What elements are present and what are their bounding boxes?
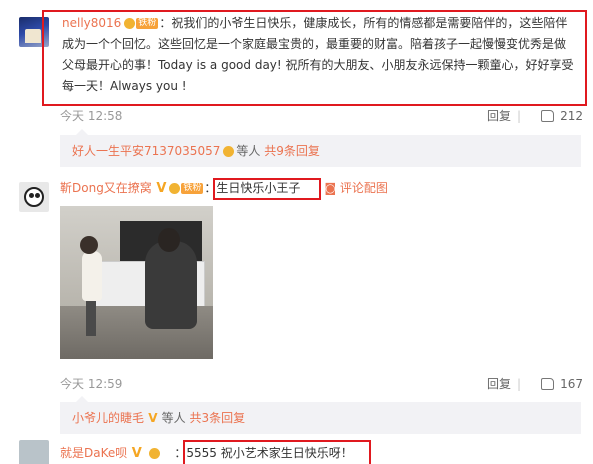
- thumbs-up-icon: [541, 377, 555, 390]
- highlight-box: [183, 440, 371, 464]
- fan-badge: 铁粉: [181, 183, 204, 194]
- verified-v-icon: V: [151, 181, 167, 196]
- thumbs-up-icon: [541, 109, 555, 122]
- comment-photo[interactable]: [60, 206, 213, 359]
- photo-child: [82, 251, 102, 301]
- reply-button[interactable]: 回复: [487, 374, 511, 394]
- sub-reply-count[interactable]: 共9条回复: [264, 144, 320, 158]
- avatar[interactable]: [19, 182, 49, 212]
- comment-meta: 今天 12:59 回复 | 167: [60, 374, 583, 394]
- eye: [35, 193, 40, 198]
- verified-v-icon: V: [127, 446, 147, 461]
- divider: |: [516, 377, 521, 391]
- like-button[interactable]: 167: [541, 374, 583, 394]
- comment-body: 靳Dong又在撩窝 V 铁粉 ：生日快乐小王子 ◙ 评论配图: [60, 178, 583, 199]
- timestamp: 今天 12:58: [60, 109, 123, 123]
- eye: [29, 193, 34, 198]
- fan-badge-icon: [149, 448, 161, 459]
- like-button[interactable]: 212: [541, 106, 583, 126]
- verified-v-icon: V: [144, 411, 162, 425]
- sub-replies: 好人一生平安7137035057 等人 共9条回复: [60, 129, 581, 167]
- photo-man-head: [158, 228, 180, 252]
- sub-reply-user[interactable]: 好人一生平安7137035057: [72, 144, 220, 158]
- sub-and: 等人: [236, 144, 261, 158]
- sub-reply-user[interactable]: 小爷儿的睫毛: [72, 411, 144, 425]
- sub-reply-count[interactable]: 共3条回复: [190, 411, 246, 425]
- photo-child-legs: [86, 301, 96, 336]
- camera-icon[interactable]: ◙: [324, 181, 339, 195]
- comment-meta: 今天 12:58 回复 | 212: [60, 106, 583, 126]
- sub-replies: 小爷儿的睫毛 V 等人 共3条回复: [60, 396, 581, 434]
- photo-man: [145, 241, 197, 329]
- sub-and: 等人: [161, 411, 186, 425]
- fan-badge-icon: [223, 146, 235, 157]
- highlight-box: [42, 10, 587, 106]
- username-link[interactable]: 就是DaKe呗: [60, 446, 127, 460]
- highlight-box: [213, 178, 321, 200]
- comment-image-link[interactable]: 评论配图: [340, 181, 388, 195]
- timestamp: 今天 12:59: [60, 377, 123, 391]
- like-count: 167: [560, 377, 583, 391]
- avatar[interactable]: [19, 440, 49, 464]
- like-count: 212: [560, 109, 583, 123]
- fan-badge-icon: [169, 183, 181, 194]
- username-link[interactable]: 靳Dong又在撩窝: [60, 181, 152, 195]
- reply-button[interactable]: 回复: [487, 106, 511, 126]
- photo-child-head: [80, 236, 98, 254]
- divider: |: [516, 109, 521, 123]
- panda-face: [24, 187, 44, 207]
